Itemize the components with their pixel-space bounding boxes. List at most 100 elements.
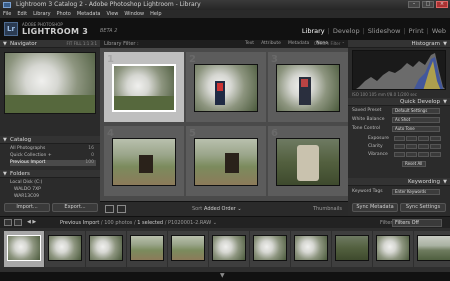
module-separator: | xyxy=(327,27,330,35)
nav-arrows[interactable]: ◀ ▶ xyxy=(27,219,36,225)
menu-edit[interactable]: Edit xyxy=(17,11,27,17)
clarity-buttons[interactable] xyxy=(394,144,441,149)
vibrance-label: Vibrance xyxy=(368,152,388,157)
keywording-header[interactable]: Keywording ▼ xyxy=(348,178,450,186)
filter-text[interactable]: Text xyxy=(245,41,254,46)
filter-metadata[interactable]: Metadata xyxy=(288,41,309,46)
source-name: Previous Import xyxy=(60,220,100,226)
menu-window[interactable]: Window xyxy=(124,11,144,17)
keyword-tags-dropdown[interactable]: Enter Keywords xyxy=(392,189,440,195)
white-balance-dropdown[interactable]: As Shot xyxy=(392,117,440,123)
filmstrip-thumbnail xyxy=(171,235,205,261)
navigator-header[interactable]: ▼ Navigator FIT FILL 1:1 3:1 xyxy=(0,40,100,48)
module-web[interactable]: Web xyxy=(432,27,446,35)
catalog-item-label: Previous Import xyxy=(10,160,46,165)
filmstrip-cell[interactable] xyxy=(168,231,208,267)
main-window-icon[interactable] xyxy=(4,219,12,226)
navigator-zoom-options[interactable]: FIT FILL 1:1 3:1 xyxy=(66,41,97,46)
menu-metadata[interactable]: Metadata xyxy=(77,11,101,17)
grid-cell[interactable]: 3 xyxy=(268,52,348,122)
vibrance-buttons[interactable] xyxy=(394,152,441,157)
minimize-button[interactable]: – xyxy=(408,1,420,8)
filmstrip-cell[interactable] xyxy=(414,231,450,267)
app-icon xyxy=(3,2,11,8)
quick-develop-header[interactable]: Quick Develop ▼ xyxy=(348,98,450,106)
catalog-item-quick-collection[interactable]: Quick Collection + 0 xyxy=(10,153,96,159)
collapse-arrow-icon[interactable]: ▼ xyxy=(220,272,225,279)
sync-settings-button[interactable]: Sync Settings xyxy=(400,203,446,212)
module-slideshow[interactable]: Slideshow xyxy=(368,27,401,35)
brand-beta: BETA 2 xyxy=(100,28,118,34)
filmstrip-cell[interactable] xyxy=(209,231,249,267)
close-button[interactable]: × xyxy=(436,1,448,8)
collapse-triangle-icon: ▼ xyxy=(3,171,7,177)
photo-thumbnail xyxy=(194,138,258,186)
collapse-triangle-icon: ▼ xyxy=(3,41,7,47)
histogram-chart xyxy=(352,50,446,90)
grid-cell[interactable]: 2 xyxy=(186,52,266,122)
reset-all-button[interactable]: Reset All xyxy=(402,161,426,167)
menu-help[interactable]: Help xyxy=(150,11,161,17)
identity-plate: Lr ADOBE PHOTOSHOP LIGHTROOM 3 BETA 2 Li… xyxy=(0,18,450,40)
vibrance-row: Vibrance xyxy=(352,152,446,159)
exposure-buttons[interactable] xyxy=(394,136,441,141)
thumbnails-label: Thumbnails xyxy=(312,206,342,212)
navigator-preview[interactable] xyxy=(4,52,96,114)
filter-attribute[interactable]: Attribute xyxy=(261,41,281,46)
grid-view-icon[interactable] xyxy=(105,205,114,213)
module-print[interactable]: Print xyxy=(409,27,424,35)
filmstrip-cell[interactable] xyxy=(86,231,126,267)
filmstrip-cell[interactable] xyxy=(250,231,290,267)
histogram-label: Histogram xyxy=(411,41,440,47)
histogram-header[interactable]: Histogram ▼ xyxy=(348,40,450,48)
filmstrip-cell[interactable] xyxy=(4,231,44,267)
menu-photo[interactable]: Photo xyxy=(57,11,71,17)
catalog-item-label: Quick Collection + xyxy=(10,153,52,158)
bottom-panel-toggle[interactable]: ▼ xyxy=(0,272,450,281)
export-button[interactable]: Export... xyxy=(52,203,98,212)
catalog-item-previous-import[interactable]: Previous Import 100 xyxy=(10,160,96,166)
filmstrip-cell[interactable] xyxy=(373,231,413,267)
import-button[interactable]: Import... xyxy=(4,203,50,212)
menu-view[interactable]: View xyxy=(107,11,119,17)
filmstrip-cell[interactable] xyxy=(332,231,372,267)
filmstrip-cell[interactable] xyxy=(127,231,167,267)
folder-item[interactable]: WAR13C09 xyxy=(14,194,100,200)
photo-thumbnail xyxy=(112,138,176,186)
menu-bar: File Edit Library Photo Metadata View Wi… xyxy=(0,10,450,18)
sync-metadata-button[interactable]: Sync Metadata xyxy=(352,203,398,212)
menu-file[interactable]: File xyxy=(3,11,11,17)
grid-cell[interactable]: 1 xyxy=(104,52,184,122)
filmstrip-cell[interactable] xyxy=(291,231,331,267)
saved-preset-dropdown[interactable]: Default Settings xyxy=(392,108,440,114)
filmstrip-cell[interactable] xyxy=(45,231,85,267)
window-title: Lightroom 3 Catalog 2 - Adobe Photoshop … xyxy=(16,1,201,8)
folders-header[interactable]: ▼ Folders xyxy=(0,170,100,178)
keywording-label: Keywording xyxy=(408,179,440,185)
custom-filter[interactable]: Custom Filter ⌃ xyxy=(314,41,345,46)
module-develop[interactable]: Develop xyxy=(333,27,360,35)
menu-library[interactable]: Library xyxy=(33,11,50,17)
grid-cell[interactable]: 6 xyxy=(268,126,348,196)
folder-local-disk[interactable]: Local Disk (C:) xyxy=(10,180,96,186)
auto-tone-button[interactable]: Auto Tone xyxy=(392,126,440,132)
module-library[interactable]: Library xyxy=(302,27,325,35)
catalog-item-all-photographs[interactable]: All Photographs 16 xyxy=(10,146,96,152)
module-separator: | xyxy=(403,27,406,35)
second-window-icon[interactable] xyxy=(14,219,22,226)
window-controls: – □ × xyxy=(408,1,448,8)
tone-control-label: Tone Control xyxy=(352,126,381,131)
quick-develop-label: Quick Develop xyxy=(400,99,440,105)
folders-label: Folders xyxy=(10,171,30,177)
filmstrip-source[interactable]: Previous Import / 100 photos / 1 selecte… xyxy=(60,220,217,226)
tone-control-row: Tone Control Auto Tone xyxy=(352,126,446,133)
catalog-item-label: All Photographs xyxy=(10,146,46,151)
grid-cell[interactable]: 5 xyxy=(186,126,266,196)
filmstrip-filter-dropdown[interactable]: Filters Off xyxy=(392,219,442,227)
sort-dropdown[interactable]: Added Order ⌄ xyxy=(204,206,242,212)
grid-cell[interactable]: 4 xyxy=(104,126,184,196)
maximize-button[interactable]: □ xyxy=(422,1,434,8)
folder-item[interactable]: WALDO 7XP xyxy=(14,187,100,193)
loupe-view-icon[interactable] xyxy=(117,205,126,213)
catalog-header[interactable]: ▼ Catalog xyxy=(0,136,100,144)
